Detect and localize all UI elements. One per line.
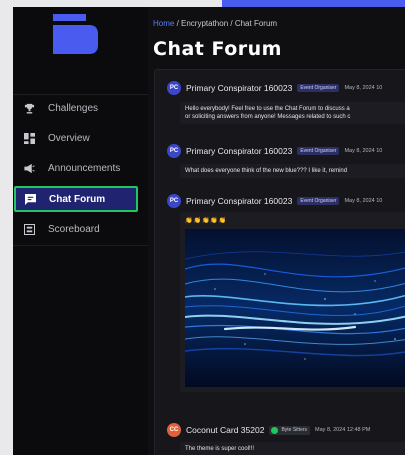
team-icon bbox=[271, 426, 279, 434]
avatar[interactable]: PC bbox=[167, 194, 181, 208]
emoji-row: 👏👏👏👏👏 bbox=[185, 218, 228, 224]
sidebar-item-label: Challenges bbox=[48, 102, 99, 114]
app-window: Challenges Overview Announcements Chat F… bbox=[13, 7, 405, 455]
message-header: PC Primary Conspirator 160023 Event Orga… bbox=[167, 194, 382, 208]
message-body: What does everyone think of the new blue… bbox=[180, 164, 405, 178]
message-header: PC Primary Conspirator 160023 Event Orga… bbox=[167, 81, 382, 95]
message-header: CC Coconut Card 35202 Byte Sitters May 8… bbox=[167, 423, 370, 437]
message-timestamp: May 8, 2024 10 bbox=[344, 148, 383, 154]
breadcrumb-home-link[interactable]: Home bbox=[153, 19, 174, 28]
sidebar-item-scoreboard[interactable]: Scoreboard bbox=[13, 216, 148, 242]
sidebar-item-label: Announcements bbox=[48, 162, 121, 174]
sidebar: Challenges Overview Announcements Chat F… bbox=[13, 7, 148, 455]
page-title: Chat Forum bbox=[153, 38, 282, 60]
chat-feed: PC Primary Conspirator 160023 Event Orga… bbox=[154, 69, 405, 455]
accent-bar bbox=[222, 0, 405, 7]
megaphone-icon bbox=[23, 162, 35, 174]
breadcrumb: Home / Encryptathon / Chat Forum bbox=[153, 19, 277, 28]
avatar[interactable]: CC bbox=[167, 423, 181, 437]
message-body: Hello everybody! Feel free to use the Ch… bbox=[180, 102, 405, 124]
role-badge: Event Organiser bbox=[297, 84, 340, 92]
sidebar-item-label: Overview bbox=[48, 132, 90, 144]
message-text-line: or soliciting answers from anyone! Messa… bbox=[185, 114, 351, 120]
author-name[interactable]: Coconut Card 35202 bbox=[186, 425, 264, 435]
avatar[interactable]: PC bbox=[167, 144, 181, 158]
trophy-icon bbox=[23, 102, 35, 114]
message-header: PC Primary Conspirator 160023 Event Orga… bbox=[167, 144, 382, 158]
message-body: The theme is super cool!!! bbox=[180, 442, 405, 455]
scoreboard-icon bbox=[23, 223, 35, 235]
message-timestamp: May 8, 2024 10 bbox=[344, 85, 383, 91]
attached-image[interactable] bbox=[184, 229, 405, 387]
message-text-line: Hello everybody! Feel free to use the Ch… bbox=[185, 106, 350, 112]
sidebar-item-announcements[interactable]: Announcements bbox=[13, 155, 148, 181]
avatar[interactable]: PC bbox=[167, 81, 181, 95]
sidebar-item-chat-forum[interactable]: Chat Forum bbox=[14, 186, 138, 212]
message-text-line: What does everyone think of the new blue… bbox=[185, 168, 348, 174]
chat-icon bbox=[24, 193, 36, 205]
sidebar-item-challenges[interactable]: Challenges bbox=[13, 95, 148, 121]
app-logo[interactable] bbox=[53, 14, 98, 54]
window-top-strip bbox=[0, 0, 222, 7]
sidebar-item-label: Chat Forum bbox=[49, 193, 106, 205]
team-badge: Byte Sitters bbox=[269, 425, 311, 435]
sidebar-item-label: Scoreboard bbox=[48, 223, 100, 235]
message-timestamp: May 8, 2024 12:48 PM bbox=[315, 427, 371, 433]
author-name[interactable]: Primary Conspirator 160023 bbox=[186, 196, 292, 206]
message-text-line: The theme is super cool!!! bbox=[185, 446, 255, 452]
author-name[interactable]: Primary Conspirator 160023 bbox=[186, 83, 292, 93]
team-badge-label: Byte Sitters bbox=[281, 427, 308, 433]
role-badge: Event Organiser bbox=[297, 147, 340, 155]
message-body: 👏👏👏👏👏 bbox=[180, 212, 405, 392]
sidebar-item-overview[interactable]: Overview bbox=[13, 125, 148, 151]
author-name[interactable]: Primary Conspirator 160023 bbox=[186, 146, 292, 156]
role-badge: Event Organiser bbox=[297, 197, 340, 205]
message-timestamp: May 8, 2024 10 bbox=[344, 198, 383, 204]
main-content: Home / Encryptathon / Chat Forum Chat Fo… bbox=[148, 7, 405, 455]
sidebar-divider bbox=[13, 245, 148, 246]
breadcrumb-path: / Encryptathon / Chat Forum bbox=[174, 19, 278, 28]
grid-icon bbox=[23, 132, 35, 144]
